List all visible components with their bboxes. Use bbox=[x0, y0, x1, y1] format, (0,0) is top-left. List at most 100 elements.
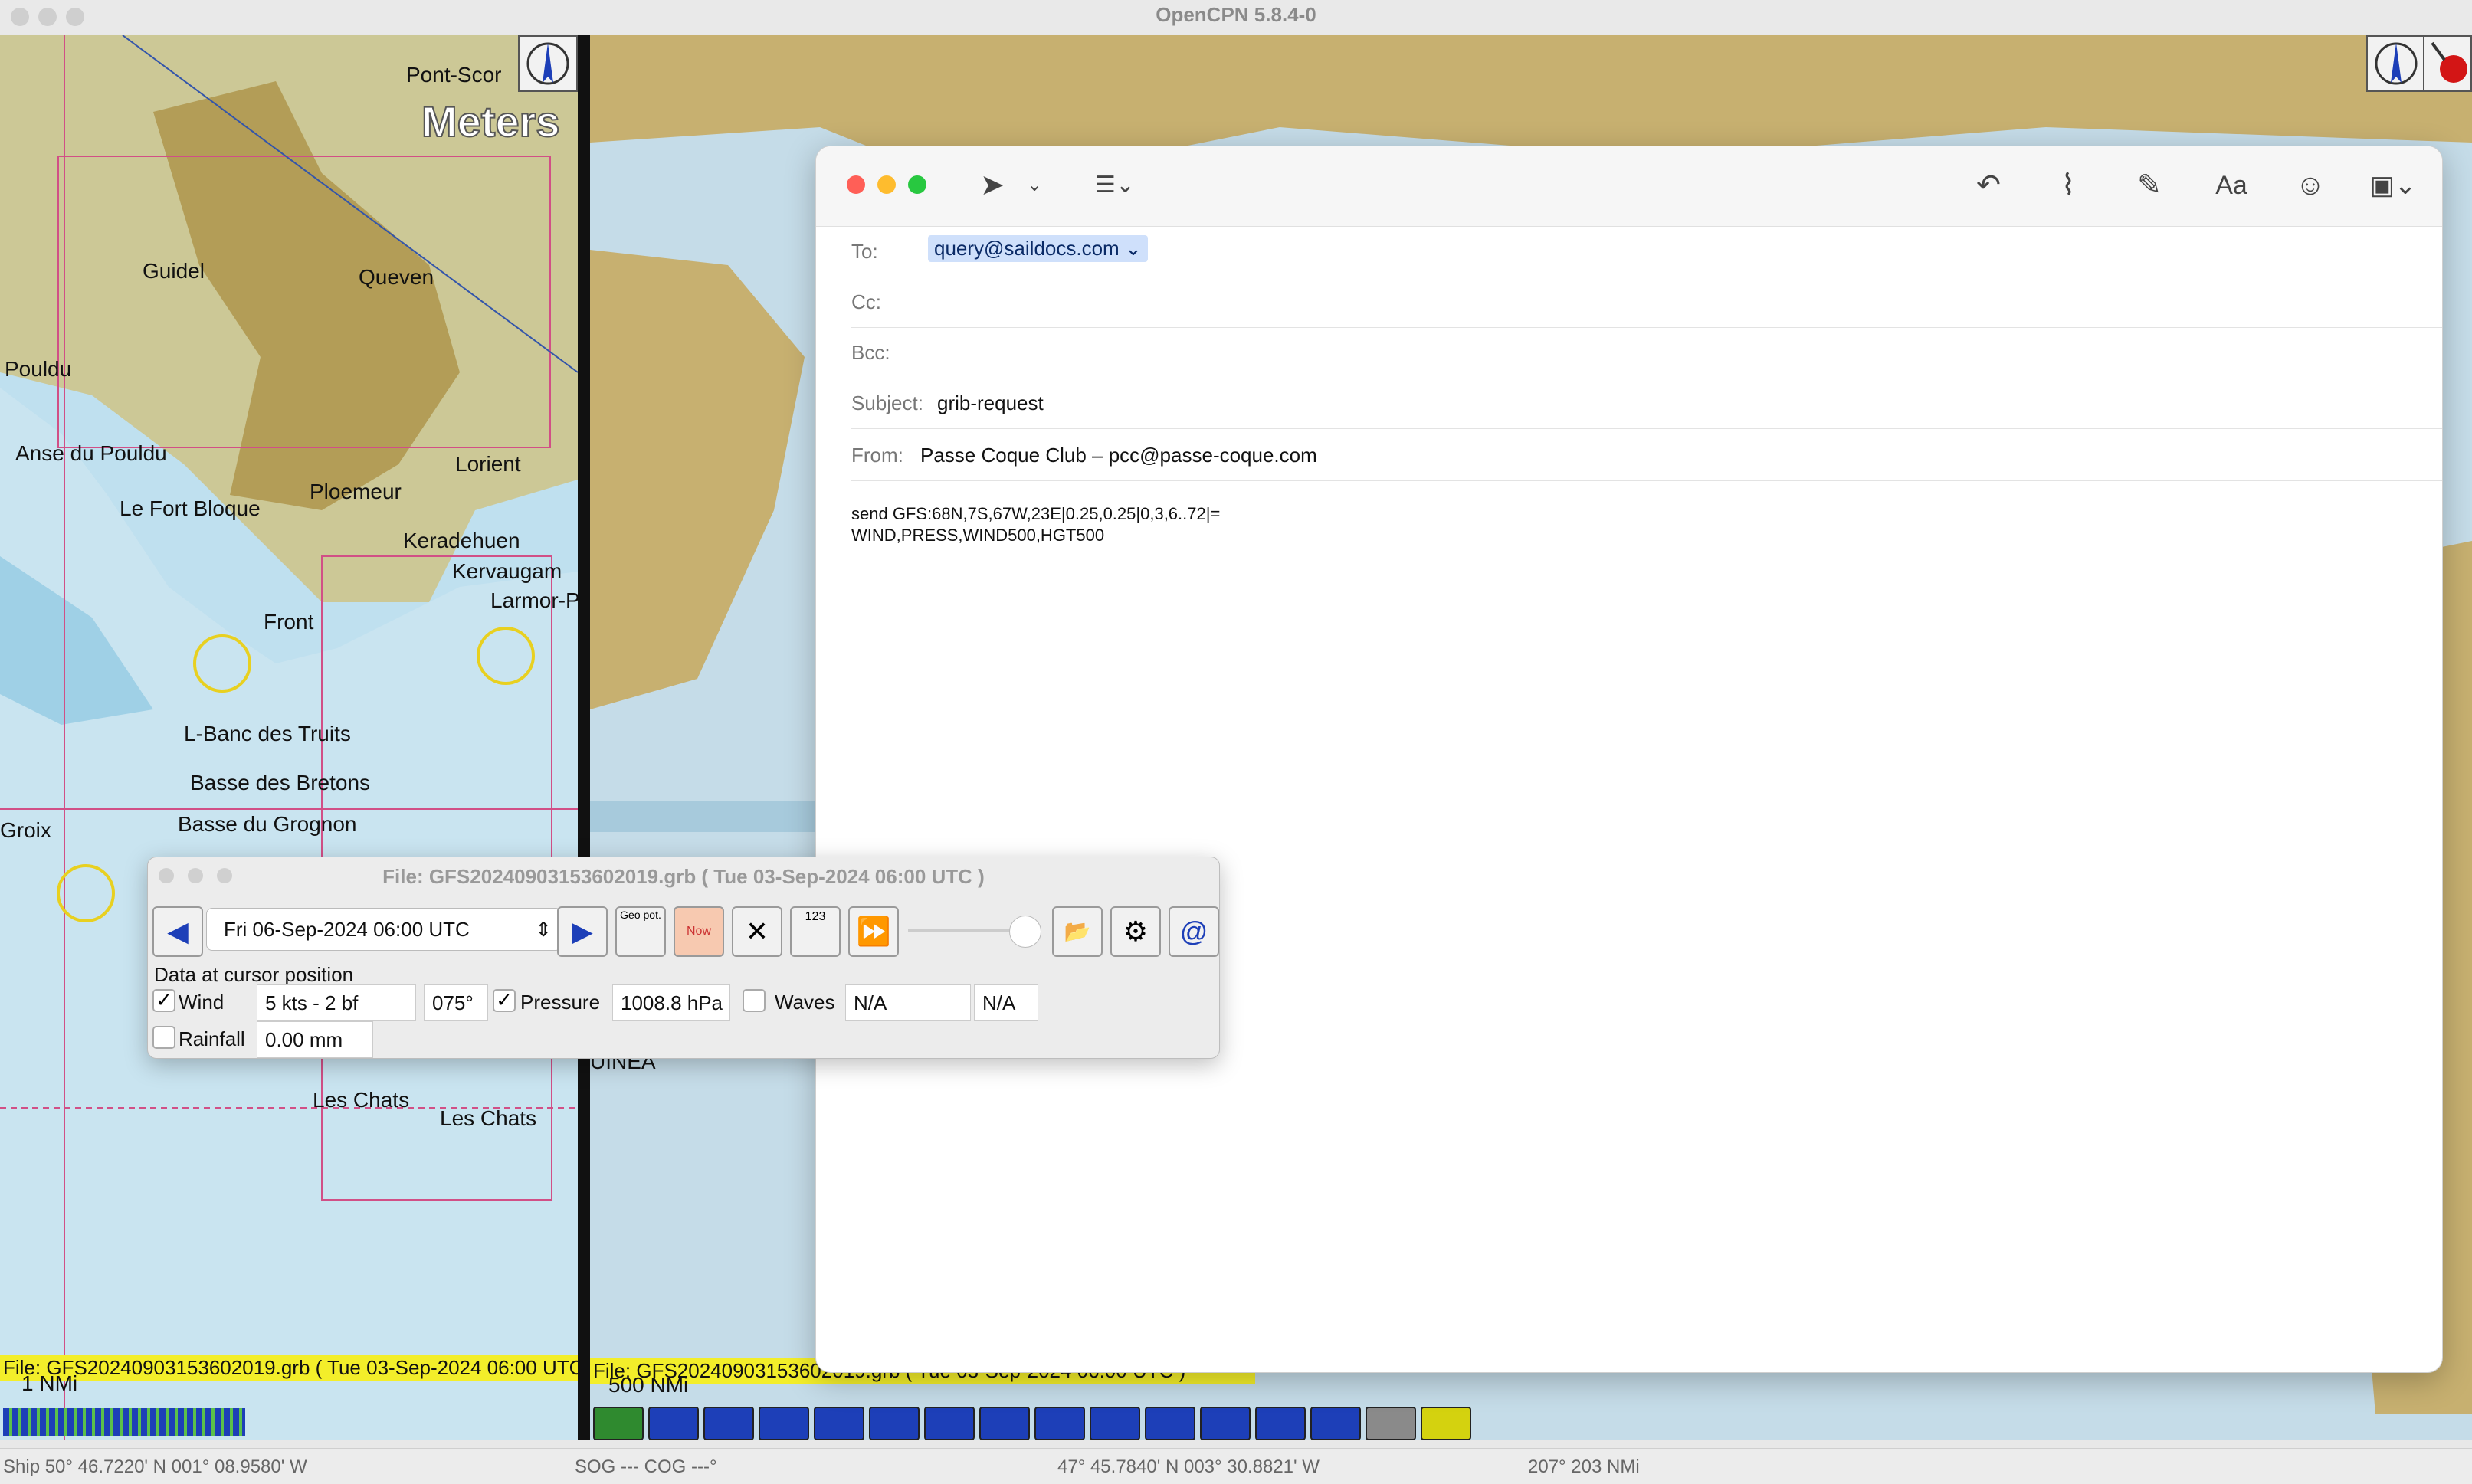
gear-icon: ⚙ bbox=[1123, 916, 1149, 947]
map-label: Groix bbox=[0, 818, 51, 842]
from-value[interactable]: Passe Coque Club – pcc@passe-coque.com bbox=[920, 444, 1317, 467]
to-label: To: bbox=[851, 240, 878, 263]
at-sign-icon: @ bbox=[1179, 916, 1208, 947]
app-titlebar: OpenCPN 5.8.4-0 bbox=[0, 0, 2472, 34]
sog-cog: SOG --- COG ---° bbox=[575, 1456, 717, 1477]
to-field[interactable]: To: query@saildocs.com ⌄ bbox=[851, 226, 2442, 277]
waves-direction-value: N/A bbox=[974, 984, 1038, 1021]
previous-timestep-button[interactable]: ◀ bbox=[152, 906, 203, 957]
rainfall-label: Rainfall bbox=[179, 1027, 245, 1050]
attachment-icon[interactable]: ⌇ bbox=[2045, 168, 2091, 203]
rainfall-checkbox[interactable] bbox=[152, 1026, 175, 1049]
map-label: Keradehuen bbox=[403, 529, 520, 552]
send-icon[interactable]: ➤ bbox=[969, 168, 1015, 203]
wind-speed-value: 5 kts - 2 bf bbox=[257, 984, 416, 1021]
grib-info-strip: File: GFS20240903153602019.grb ( Tue 03-… bbox=[0, 1355, 578, 1381]
open-file-icon: 📂 bbox=[1064, 919, 1091, 943]
open-file-button[interactable]: 📂 bbox=[1052, 906, 1103, 957]
next-timestep-button[interactable]: ▶ bbox=[557, 906, 608, 957]
cursor-data-heading: Data at cursor position bbox=[154, 963, 354, 986]
scale-label: 1 NMi bbox=[21, 1371, 78, 1395]
depth-legend-bar bbox=[3, 1408, 245, 1436]
chart-pane-left[interactable]: Meters Pont-Scor Guidel Queven Pouldu An… bbox=[0, 35, 578, 1440]
time-slider-handle[interactable] bbox=[1009, 916, 1041, 948]
send-options-chevron-icon[interactable]: ⌄ bbox=[1023, 168, 1046, 203]
show-cursor-data-button[interactable]: 123 bbox=[790, 906, 841, 957]
subject-value[interactable]: grib-request bbox=[937, 391, 1044, 415]
map-label: Anse du Pouldu bbox=[15, 441, 167, 465]
from-label: From: bbox=[851, 444, 903, 467]
format-text-icon[interactable]: Aa bbox=[2205, 168, 2258, 203]
grib-control-dialog[interactable]: File: GFS20240903153602019.grb ( Tue 03-… bbox=[147, 857, 1220, 1059]
header-fields-icon[interactable]: ☰⌄ bbox=[1084, 168, 1146, 203]
altitude-button[interactable]: Geo pot. bbox=[615, 906, 666, 957]
message-body[interactable]: send GFS:68N,7S,67W,23E|0.25,0.25|0,3,6.… bbox=[851, 503, 1220, 546]
map-label: Basse du Grognon bbox=[178, 812, 357, 836]
north-compass-icon[interactable] bbox=[518, 35, 578, 92]
pressure-checkbox[interactable]: ✓ bbox=[493, 989, 516, 1012]
subject-label: Subject: bbox=[851, 391, 923, 414]
map-label: Larmor-P bbox=[490, 588, 578, 612]
stepper-icon: ⇕ bbox=[535, 918, 552, 941]
to-recipient: query@saildocs.com bbox=[934, 237, 1120, 260]
cc-label: Cc: bbox=[851, 290, 881, 313]
mail-minimize-button[interactable] bbox=[877, 175, 896, 194]
waves-height-value: N/A bbox=[845, 984, 971, 1021]
subject-field[interactable]: Subject: grib-request bbox=[851, 378, 2442, 429]
mail-close-button[interactable] bbox=[847, 175, 865, 194]
settings-button[interactable]: ⚙ bbox=[1110, 906, 1161, 957]
photo-browser-icon[interactable]: ▣⌄ bbox=[2362, 168, 2424, 203]
to-recipient-chip[interactable]: query@saildocs.com ⌄ bbox=[928, 235, 1148, 262]
message-body-line: WIND,PRESS,WIND500,HGT500 bbox=[851, 526, 1105, 545]
bcc-label: Bcc: bbox=[851, 341, 890, 364]
cc-field[interactable]: Cc: bbox=[851, 277, 2442, 328]
map-label: Ploemeur bbox=[310, 480, 402, 503]
pressure-value: 1008.8 hPa bbox=[612, 984, 730, 1021]
now-label: Now bbox=[686, 925, 711, 938]
message-body-line: send GFS:68N,7S,67W,23E|0.25,0.25|0,3,6.… bbox=[851, 504, 1221, 523]
map-label: Kervaugam bbox=[452, 559, 562, 583]
grib-dialog-title: File: GFS20240903153602019.grb ( Tue 03-… bbox=[382, 865, 985, 888]
from-field[interactable]: From: Passe Coque Club – pcc@passe-coque… bbox=[851, 430, 2442, 481]
mail-zoom-button[interactable] bbox=[908, 175, 926, 194]
waves-label: Waves bbox=[775, 991, 835, 1014]
bearing-distance: 207° 203 NMi bbox=[1528, 1456, 1640, 1477]
geopotential-label: Geo pot. bbox=[620, 909, 661, 921]
forecast-time-select[interactable]: Fri 06-Sep-2024 06:00 UTC ⇕ bbox=[206, 908, 562, 951]
map-label: Pont-Scor bbox=[406, 63, 502, 87]
play-button[interactable]: ⏩ bbox=[848, 906, 899, 957]
map-label: Front bbox=[264, 610, 314, 634]
bcc-field[interactable]: Bcc: bbox=[851, 327, 2442, 378]
mail-compose-window[interactable]: ➤ ⌄ ☰⌄ ↶ ⌇ ✎ Aa ☺ ▣⌄ To: query@saildocs.… bbox=[815, 146, 2443, 1373]
north-compass-icon[interactable] bbox=[2366, 35, 2426, 92]
emoji-icon[interactable]: ☺ bbox=[2287, 168, 2333, 203]
forecast-time-value: Fri 06-Sep-2024 06:00 UTC bbox=[224, 918, 470, 941]
units-label: Meters bbox=[421, 97, 561, 146]
next-arrow-icon: ▶ bbox=[572, 916, 593, 947]
waves-checkbox[interactable] bbox=[743, 989, 766, 1012]
map-label: L-Banc des Truits bbox=[184, 722, 351, 745]
wind-checkbox[interactable]: ✓ bbox=[152, 989, 175, 1012]
zoom-to-center-button[interactable]: ✕ bbox=[732, 906, 782, 957]
request-button[interactable]: @ bbox=[1169, 906, 1219, 957]
chart-pane-divider[interactable] bbox=[578, 35, 590, 1440]
ship-position: Ship 50° 46.7220' N 001° 08.9580' W bbox=[3, 1456, 307, 1477]
map-label: Le Fort Bloque bbox=[120, 496, 261, 520]
markup-icon[interactable]: ✎ bbox=[2126, 168, 2172, 203]
number-label: 123 bbox=[805, 910, 826, 923]
now-button[interactable]: Now bbox=[674, 906, 724, 957]
record-track-icon[interactable] bbox=[2423, 35, 2472, 92]
scale-label: 500 NMi bbox=[608, 1373, 689, 1397]
pressure-label: Pressure bbox=[520, 991, 601, 1014]
reply-icon[interactable]: ↶ bbox=[1965, 168, 2011, 203]
rainfall-value: 0.00 mm bbox=[257, 1021, 373, 1058]
cursor-position: 47° 45.7840' N 003° 30.8821' W bbox=[1057, 1456, 1320, 1477]
map-label: Basse des Bretons bbox=[190, 771, 371, 794]
map-label: Les Chats bbox=[313, 1088, 410, 1112]
map-label: Guidel bbox=[143, 259, 205, 283]
map-label: Lorient bbox=[455, 452, 521, 476]
map-label: Queven bbox=[359, 265, 434, 289]
wind-label: Wind bbox=[179, 991, 225, 1014]
wind-direction-value: 075° bbox=[424, 984, 488, 1021]
mail-toolbar: ➤ ⌄ ☰⌄ ↶ ⌇ ✎ Aa ☺ ▣⌄ bbox=[816, 146, 2442, 227]
